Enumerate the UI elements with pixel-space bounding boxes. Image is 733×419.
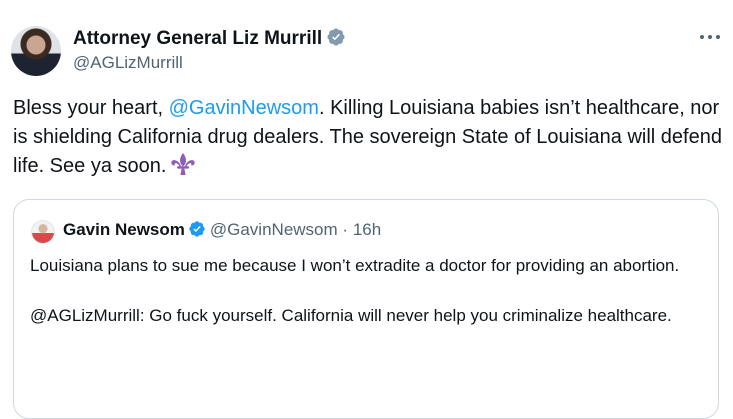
author-avatar[interactable] [11, 26, 61, 76]
tweet-text-prefix: Bless your heart, [13, 97, 169, 119]
quoted-author-avatar[interactable] [31, 220, 55, 244]
quoted-paragraph-2: @AGLizMurrill: Go fuck yourself. Califor… [30, 306, 672, 325]
fleur-de-lis-icon [171, 153, 196, 175]
quoted-paragraph-1: Louisiana plans to sue me because I won’… [30, 256, 680, 275]
quoted-header: Gavin Newsom @GavinNewsom · 16h [63, 219, 381, 241]
author-name[interactable]: Attorney General Liz Murrill [73, 28, 322, 49]
more-options-icon[interactable] [697, 26, 723, 48]
quoted-text: Louisiana plans to sue me because I won’… [30, 253, 710, 328]
quoted-separator: · [342, 220, 349, 239]
author-handle[interactable]: @AGLizMurrill [73, 52, 183, 74]
tweet-text: Bless your heart, @GavinNewsom. Killing … [13, 94, 723, 181]
mention-link[interactable]: @GavinNewsom [169, 97, 319, 119]
tweet: Attorney General Liz Murrill @AGLizMurri… [0, 0, 733, 419]
quoted-author-handle[interactable]: @GavinNewsom [210, 220, 338, 239]
author-name-row[interactable]: Attorney General Liz Murrill [73, 27, 346, 51]
quoted-timestamp[interactable]: 16h [353, 220, 381, 239]
quoted-tweet[interactable]: Gavin Newsom @GavinNewsom · 16h Louisian… [13, 199, 719, 419]
verified-badge-icon [327, 28, 345, 46]
quoted-verified-badge-icon [189, 221, 205, 237]
quoted-author-name[interactable]: Gavin Newsom [63, 220, 185, 239]
